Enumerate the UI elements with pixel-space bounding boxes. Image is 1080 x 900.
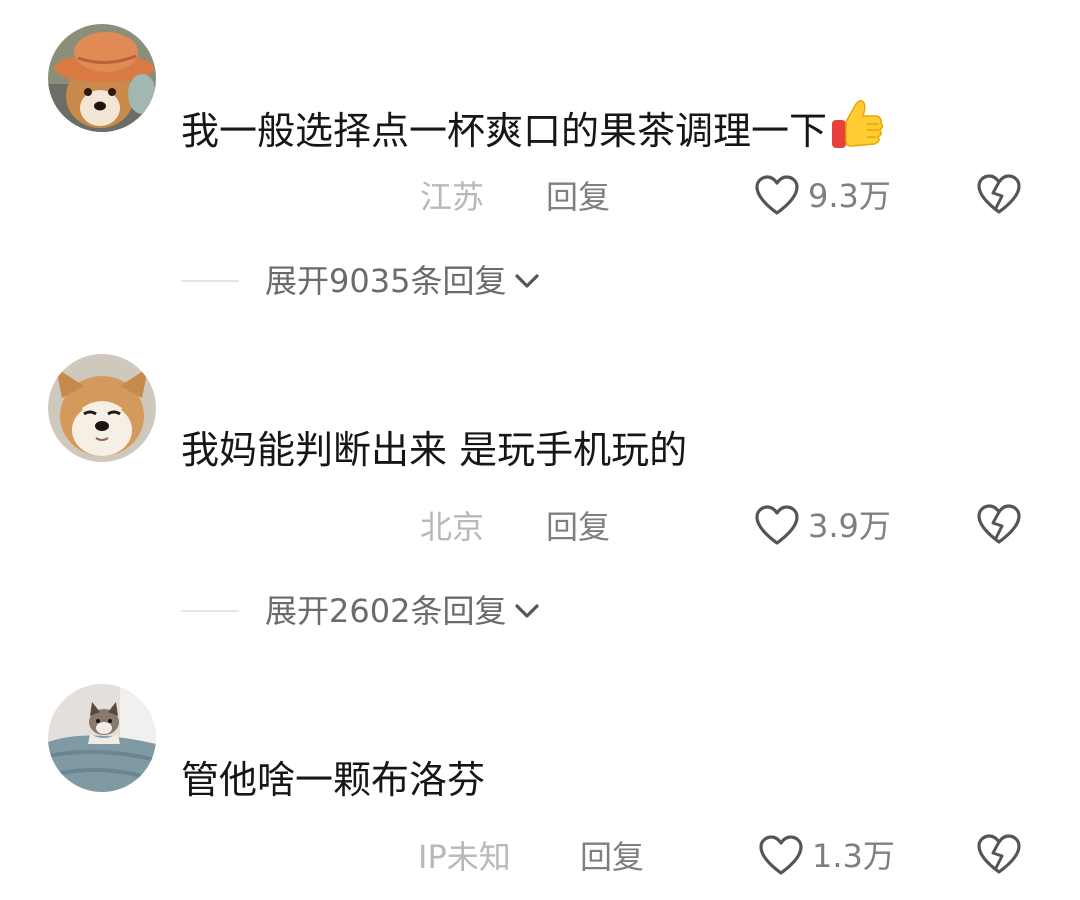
location-label: 江苏 [420,178,485,216]
thumbs-up-emoji-icon [832,100,884,148]
avatar[interactable] [48,354,156,462]
like-count: 3.9万 [808,507,891,545]
comment-text: 管他啥一颗布洛芬 [181,758,486,802]
reply-button[interactable]: 回复 [546,504,610,550]
heart-outline-icon [755,175,799,215]
shiba-dog-avatar-image [48,354,156,462]
expand-divider-line [181,280,239,282]
like-button[interactable]: 3.9万 [754,500,891,552]
location-label: 北京 [420,508,485,546]
avatar[interactable] [48,684,156,792]
comment-text-content: 我一般选择点一杯爽口的果茶调理一下 [181,109,828,153]
broken-heart-icon[interactable] [976,502,1022,548]
broken-heart-icon[interactable] [976,172,1022,218]
like-count: 1.3万 [812,837,895,875]
comment-text: 我一般选择点一杯爽口的果茶调理一下 [181,96,885,155]
heart-outline-icon [759,835,803,875]
reply-button[interactable]: 回复 [580,834,644,880]
dog-hat-avatar-image [48,24,156,132]
like-count: 9.3万 [808,177,891,215]
location-label: IP未知 [418,838,511,876]
broken-heart-icon[interactable] [976,832,1022,878]
chevron-down-icon [515,604,540,618]
heart-outline-icon [755,505,799,545]
cat-in-blanket-avatar-image [48,684,156,792]
expand-replies-label: 展开9035条回复 [265,262,507,300]
expand-replies-button[interactable]: 展开2602条回复 [181,588,542,634]
chevron-down-icon [515,274,540,288]
avatar[interactable] [48,24,156,132]
expand-replies-label: 展开2602条回复 [265,592,507,630]
like-button[interactable]: 9.3万 [754,170,891,222]
expand-divider-line [181,610,239,612]
reply-button[interactable]: 回复 [546,174,610,220]
expand-replies-button[interactable]: 展开9035条回复 [181,258,542,304]
comment-text: 我妈能判断出来 是玩手机玩的 [181,428,688,472]
like-button[interactable]: 1.3万 [758,830,895,882]
